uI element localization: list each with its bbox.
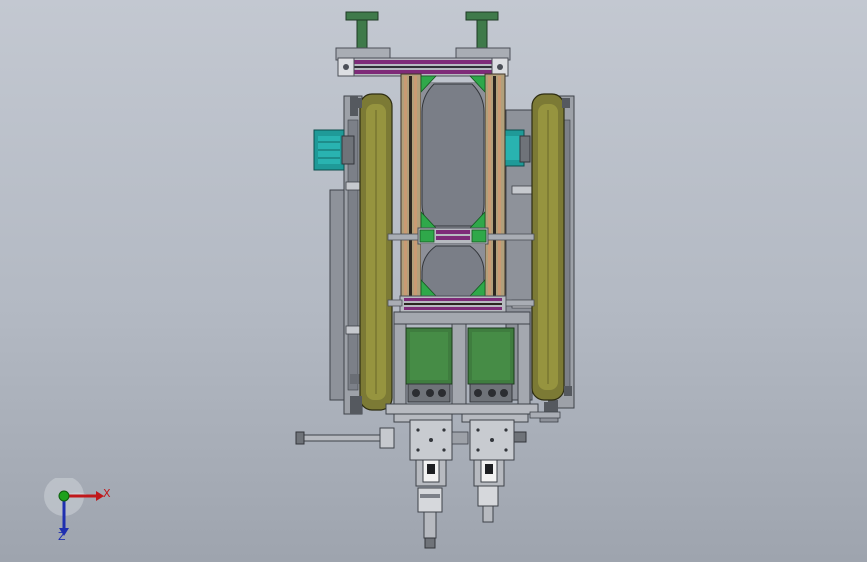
- lower-right-motor: [467, 327, 515, 403]
- conveyor-assembly-model[interactable]: [0, 0, 867, 562]
- lower-center-panel: [420, 244, 486, 297]
- left-cylinder-block: [393, 413, 453, 549]
- x-axis-label: X: [103, 487, 111, 500]
- top-cross-beam: [337, 57, 509, 77]
- y-axis-dot: [58, 490, 70, 502]
- z-axis-label: Z: [58, 530, 66, 543]
- top-left-handle: [345, 11, 379, 51]
- top-right-handle: [465, 11, 499, 51]
- lower-left-motor: [405, 327, 453, 403]
- left-conveyor-belt: [354, 93, 393, 411]
- center-oval-panel: [420, 75, 486, 229]
- cad-viewport[interactable]: X Z: [0, 0, 867, 562]
- left-drive-motor: [313, 129, 355, 171]
- right-cylinder-block: [451, 413, 529, 523]
